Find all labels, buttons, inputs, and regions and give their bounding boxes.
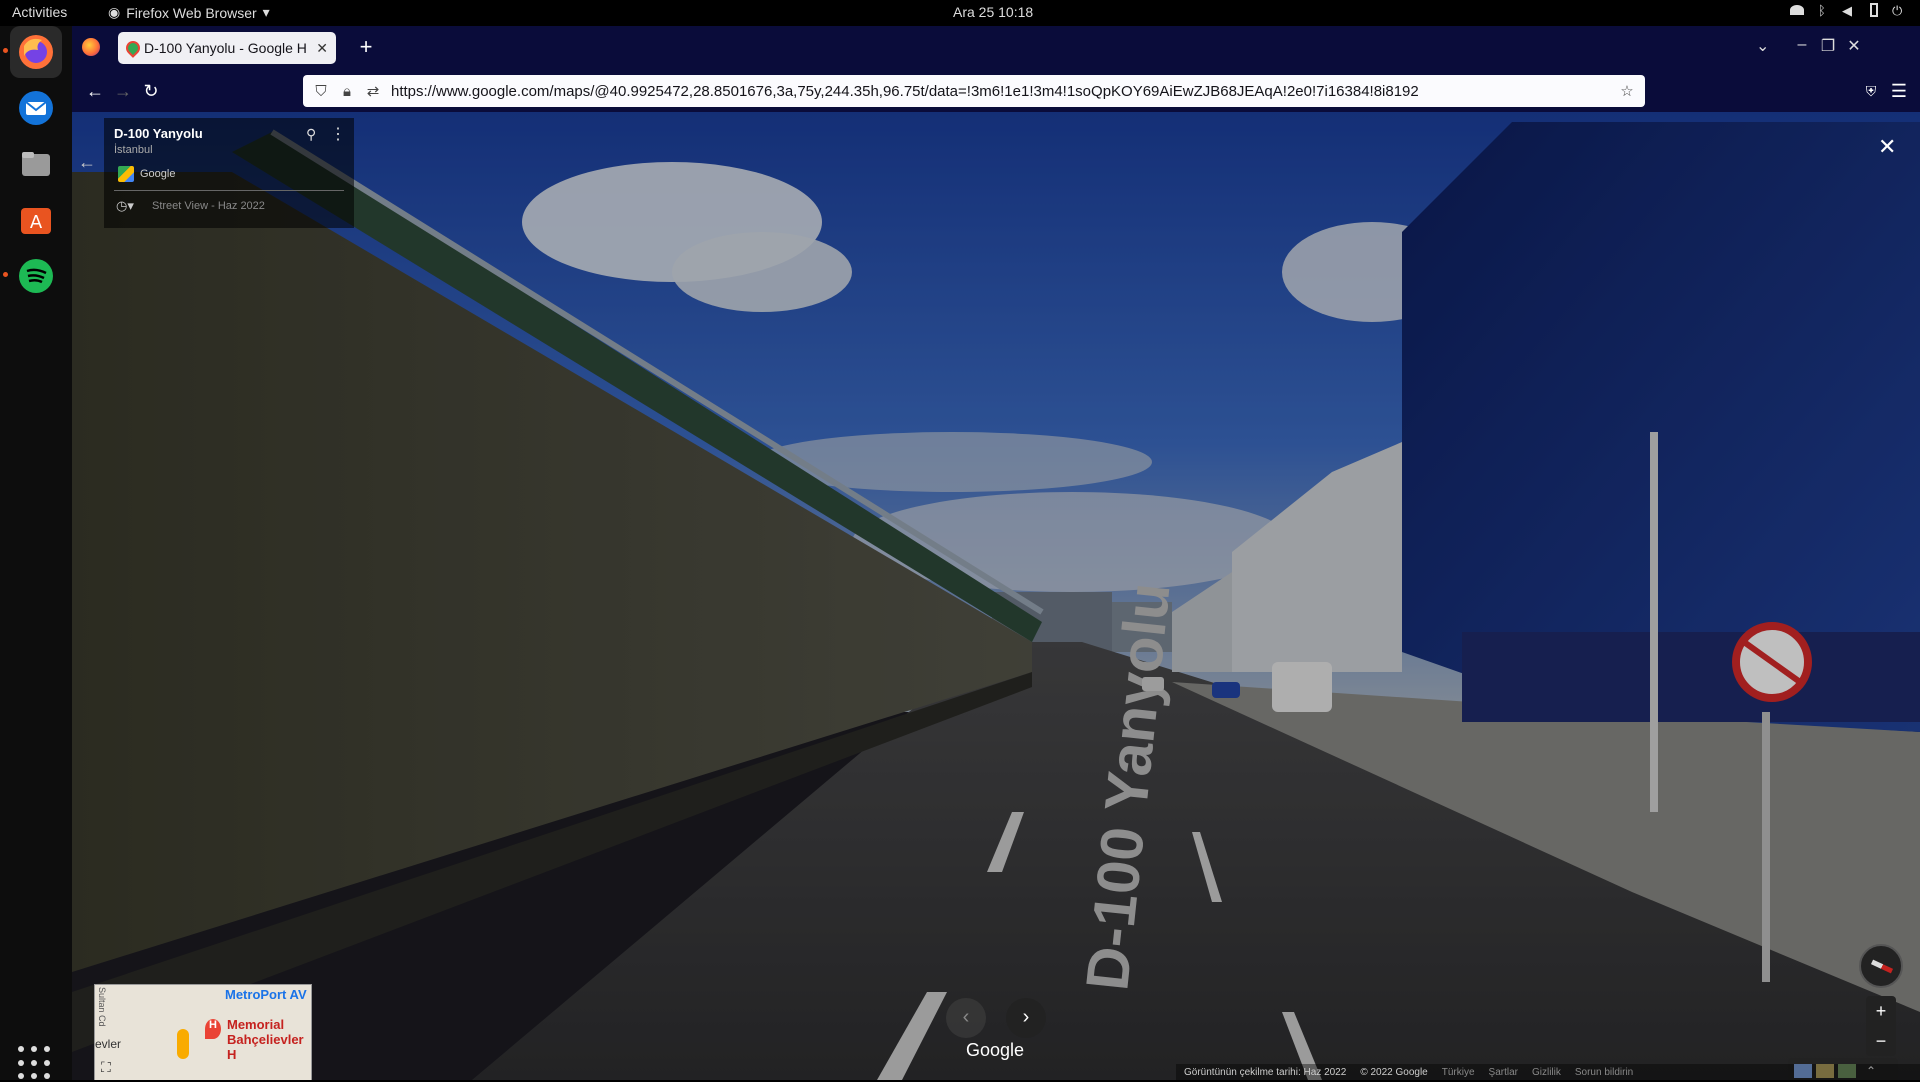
map-pin-icon[interactable]: ⚲ bbox=[306, 126, 316, 143]
maps-favicon-icon bbox=[126, 41, 136, 55]
chevron-down-icon: ▾ bbox=[262, 4, 270, 20]
wifi-icon bbox=[1790, 5, 1804, 15]
compass-icon[interactable] bbox=[1859, 944, 1903, 988]
firefox-view-icon[interactable] bbox=[82, 38, 100, 56]
pegman-icon[interactable] bbox=[177, 1029, 189, 1059]
minimize-button[interactable]: – bbox=[1792, 36, 1812, 54]
footer-capture-date: Görüntünün çekilme tarihi: Haz 2022 bbox=[1184, 1066, 1347, 1078]
forward-button[interactable]: → bbox=[110, 78, 136, 104]
capture-date: Street View - Haz 2022 bbox=[152, 200, 265, 212]
minimap-evler-label: evler bbox=[95, 1037, 122, 1051]
maximize-button[interactable]: ❐ bbox=[1818, 36, 1838, 56]
back-button[interactable]: ← bbox=[82, 78, 108, 104]
thunderbird-icon[interactable] bbox=[10, 82, 62, 134]
previous-photo-button[interactable]: ‹ bbox=[946, 998, 986, 1038]
gnome-top-bar: Activities ◉ Firefox Web Browser ▾ Ara 2… bbox=[0, 0, 1920, 26]
hospital-icon: H bbox=[205, 1019, 221, 1039]
files-icon[interactable] bbox=[10, 138, 62, 190]
reload-button[interactable]: ↻ bbox=[138, 78, 164, 104]
tab-bar: D-100 Yanyolu - Google H ✕ + ⌄ – ❐ ✕ bbox=[72, 26, 1920, 70]
street-view-panorama[interactable]: D-100 Yanyolu ← D-100 Yanyolu İstanbul ⚲… bbox=[72, 112, 1920, 1080]
place-city: İstanbul bbox=[114, 144, 153, 156]
mini-map[interactable]: Sultan Cd MetroPort AV H Memorial Bahçel… bbox=[94, 984, 312, 1080]
url-bar[interactable]: ⛉ 🔒︎ ⇄ https://www.google.com/maps/@40.9… bbox=[303, 75, 1645, 107]
tab-title: D-100 Yanyolu - Google H bbox=[144, 40, 307, 56]
volume-icon: ◀ bbox=[1842, 3, 1852, 18]
url-text[interactable]: https://www.google.com/maps/@40.9925472,… bbox=[391, 83, 1609, 100]
bookmark-star-icon[interactable]: ☆ bbox=[1619, 82, 1635, 100]
divider bbox=[114, 190, 344, 191]
place-name: D-100 Yanyolu bbox=[114, 126, 203, 141]
footer-region[interactable]: Türkiye bbox=[1442, 1067, 1475, 1078]
footer-privacy-link[interactable]: Gizlilik bbox=[1532, 1067, 1561, 1078]
list-tabs-button[interactable]: ⌄ bbox=[1756, 36, 1769, 56]
running-indicator bbox=[3, 48, 8, 53]
lock-icon[interactable]: 🔒︎ bbox=[339, 83, 355, 100]
map-footer: Görüntünün çekilme tarihi: Haz 2022 © 20… bbox=[1176, 1064, 1920, 1080]
navigation-toolbar: ← → ↻ ⛉ 🔒︎ ⇄ https://www.google.com/maps… bbox=[72, 70, 1920, 112]
bluetooth-icon: ᛒ bbox=[1818, 3, 1826, 18]
expand-map-icon[interactable]: ⛶ bbox=[101, 1059, 119, 1077]
imagery-source: Google bbox=[140, 168, 176, 180]
zoom-in-button[interactable]: + bbox=[1866, 996, 1896, 1026]
pocket-icon[interactable]: ⛨ bbox=[1858, 78, 1884, 104]
footer-report-link[interactable]: Sorun bildirin bbox=[1575, 1067, 1633, 1078]
panorama-image[interactable]: D-100 Yanyolu bbox=[72, 112, 1920, 1080]
svg-text:A: A bbox=[30, 212, 43, 233]
close-window-button[interactable]: ✕ bbox=[1844, 36, 1864, 56]
system-tray[interactable]: ᛒ ◀ ⏻ bbox=[1790, 3, 1906, 18]
minimap-metroport-label: MetroPort AV bbox=[225, 987, 307, 1002]
google-logo: Google bbox=[966, 1040, 1025, 1060]
permissions-icon[interactable]: ⇄ bbox=[365, 82, 381, 100]
app-menu-label: Firefox Web Browser bbox=[126, 4, 257, 21]
minimap-street-label: Sultan Cd bbox=[97, 987, 107, 1027]
firefox-window: D-100 Yanyolu - Google H ✕ + ⌄ – ❐ ✕ ← →… bbox=[72, 26, 1920, 1080]
back-arrow-icon[interactable]: ← bbox=[78, 152, 96, 173]
next-photo-button[interactable]: › bbox=[1006, 998, 1046, 1038]
close-street-view-icon[interactable]: ✕ bbox=[1878, 134, 1896, 160]
more-options-icon[interactable]: ⋮ bbox=[330, 124, 346, 144]
battery-icon bbox=[1870, 3, 1878, 17]
street-view-info-card: D-100 Yanyolu İstanbul ⚲ ⋮ Google ◷▾ Str… bbox=[104, 118, 354, 228]
spotify-icon[interactable] bbox=[10, 250, 62, 302]
ubuntu-dock: A bbox=[0, 26, 72, 1080]
footer-terms-link[interactable]: Şartlar bbox=[1489, 1067, 1518, 1078]
time-travel-icon[interactable]: ◷▾ bbox=[116, 198, 134, 214]
show-applications-button[interactable] bbox=[18, 1046, 54, 1082]
activities-button[interactable]: Activities bbox=[12, 4, 67, 20]
google-contributor-icon bbox=[118, 166, 134, 182]
app-center-icon[interactable]: A bbox=[10, 194, 62, 246]
clock[interactable]: Ara 25 10:18 bbox=[953, 4, 1033, 20]
power-icon: ⏻ bbox=[1892, 3, 1903, 18]
minimap-hospital-label: Memorial Bahçelievler H bbox=[227, 1017, 304, 1062]
zoom-control[interactable]: + − bbox=[1866, 996, 1896, 1056]
close-tab-icon[interactable]: ✕ bbox=[316, 40, 328, 57]
tab-google-maps[interactable]: D-100 Yanyolu - Google H ✕ bbox=[118, 32, 336, 64]
new-tab-button[interactable]: + bbox=[352, 34, 380, 60]
footer-copyright: © 2022 Google bbox=[1360, 1066, 1428, 1078]
firefox-icon[interactable] bbox=[10, 26, 62, 78]
app-menu[interactable]: ◉ Firefox Web Browser ▾ bbox=[108, 4, 270, 21]
zoom-out-button[interactable]: − bbox=[1866, 1026, 1896, 1056]
firefox-small-icon: ◉ bbox=[108, 4, 121, 20]
shield-icon[interactable]: ⛉ bbox=[313, 83, 329, 100]
menu-icon[interactable]: ☰ bbox=[1886, 78, 1912, 104]
running-indicator bbox=[3, 272, 8, 277]
